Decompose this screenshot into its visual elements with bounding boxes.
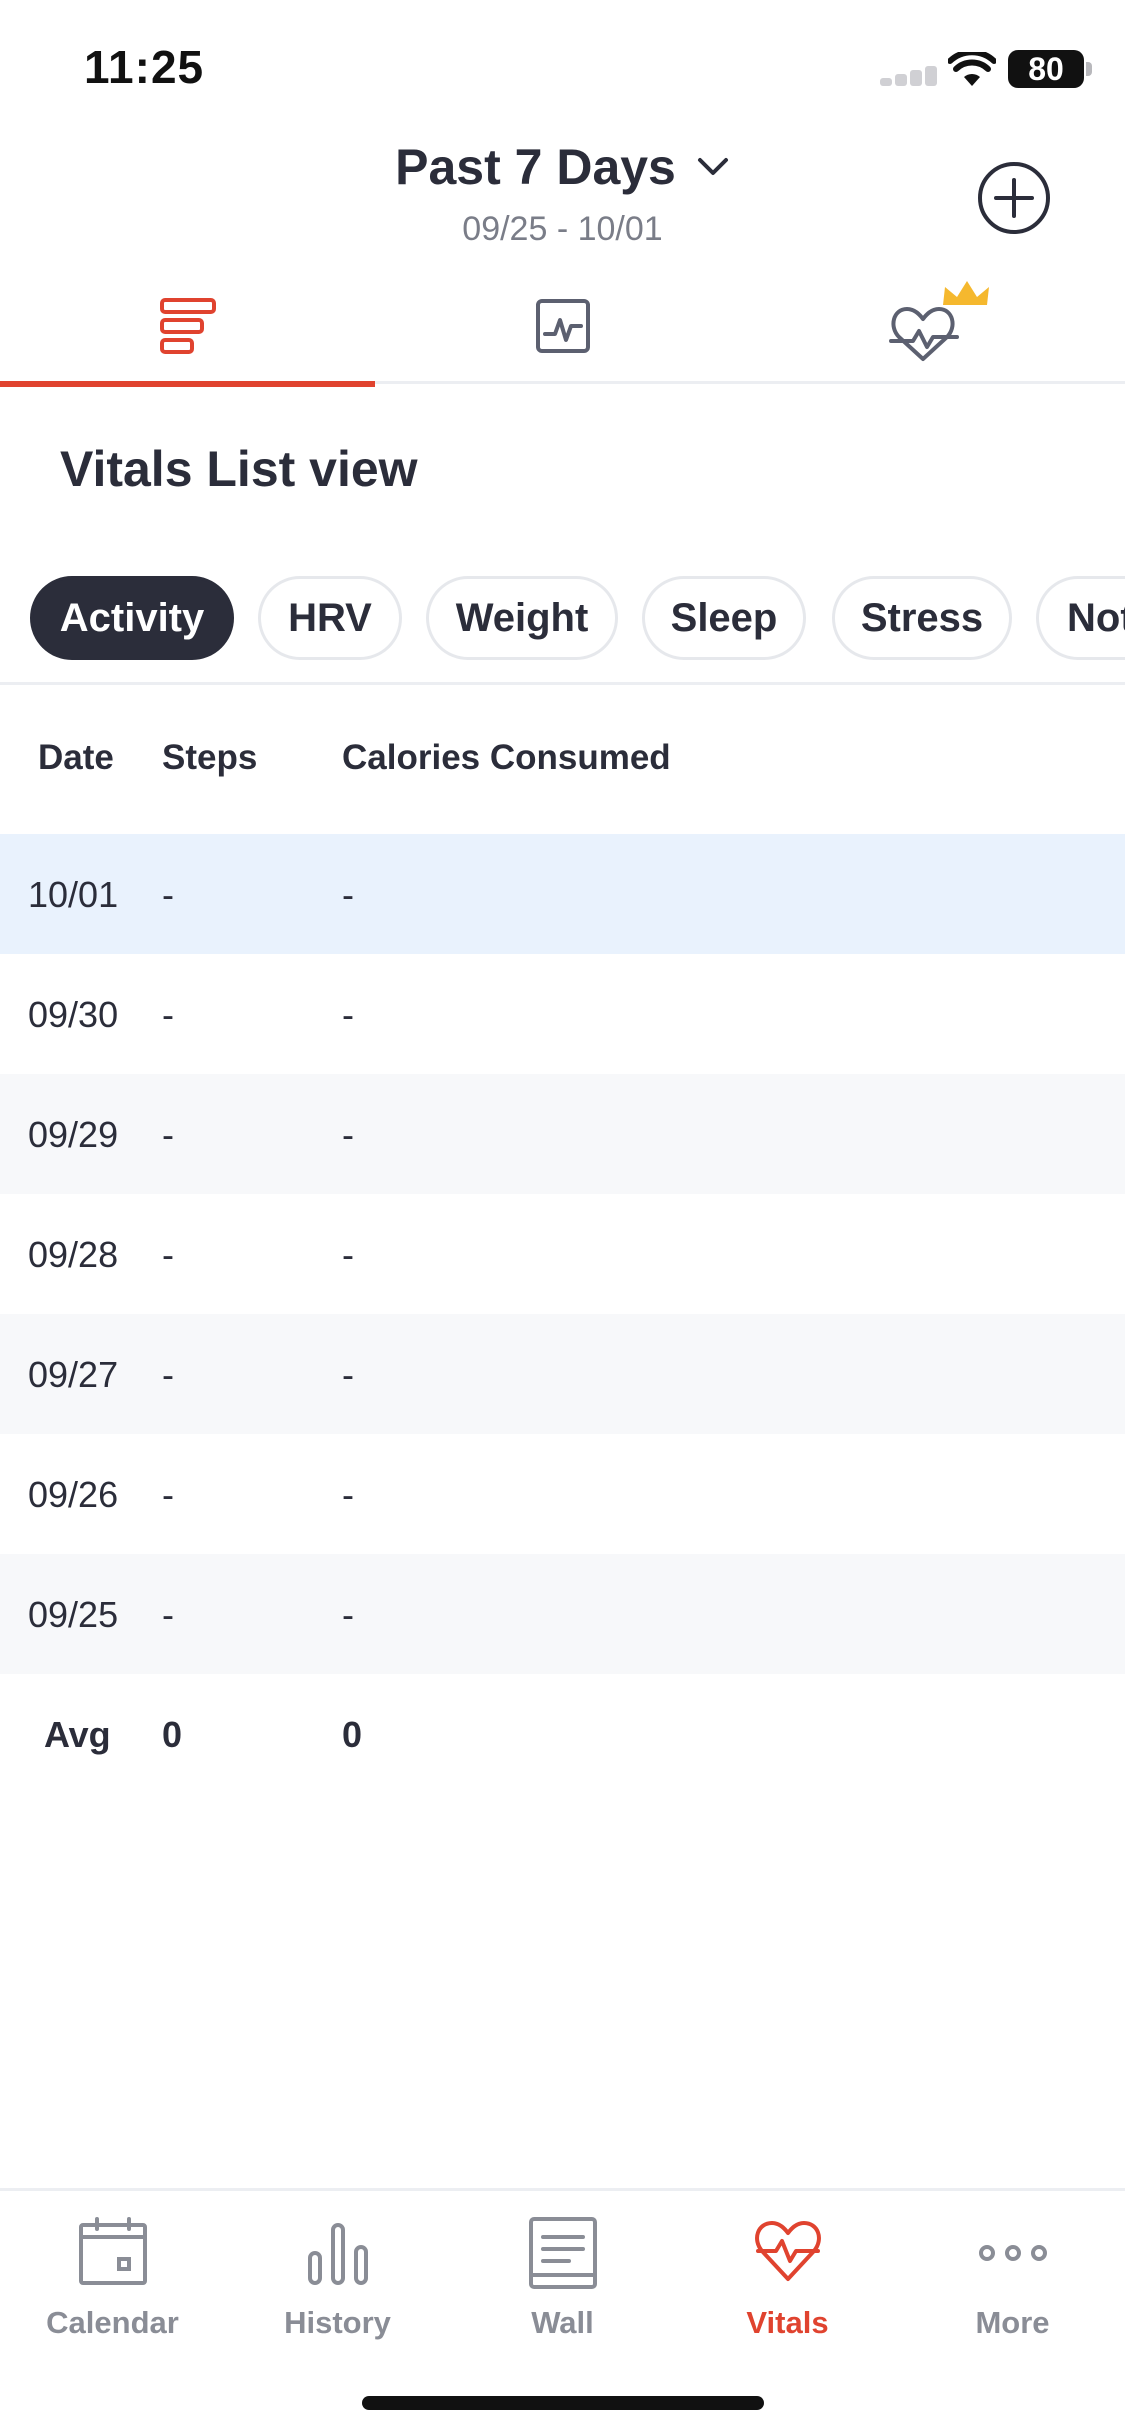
- avg-steps: 0: [162, 1714, 183, 1755]
- column-header-calories: Calories Consumed: [342, 738, 671, 777]
- row-steps: -: [162, 1474, 174, 1515]
- period-selector[interactable]: Past 7 Days: [0, 138, 1125, 196]
- row-date: 10/01: [28, 874, 119, 915]
- row-steps: -: [162, 874, 174, 915]
- tab-chart-view[interactable]: [375, 268, 750, 384]
- filter-chips: Activity HRV Weight Sleep Stress Not: [0, 576, 1125, 662]
- table-row[interactable]: 09/28 - -: [0, 1194, 1125, 1314]
- table-row[interactable]: 09/25 - -: [0, 1554, 1125, 1674]
- row-steps: -: [162, 994, 174, 1035]
- row-date: 09/29: [28, 1114, 119, 1155]
- home-indicator: [362, 2396, 764, 2410]
- nav-label-more: More: [975, 2305, 1050, 2340]
- chart-view-icon: [535, 299, 590, 353]
- row-date: 09/30: [28, 994, 119, 1035]
- row-calories: -: [342, 994, 354, 1035]
- chip-notes[interactable]: Not: [1036, 576, 1125, 660]
- row-date: 09/26: [28, 1474, 119, 1515]
- nav-more[interactable]: More: [900, 2213, 1125, 2353]
- divider: [0, 682, 1125, 685]
- view-tabs: [0, 268, 1125, 387]
- wall-icon: [528, 2217, 597, 2289]
- row-calories: -: [342, 1594, 354, 1635]
- row-steps: -: [162, 1114, 174, 1155]
- row-calories: -: [342, 874, 354, 915]
- row-steps: -: [162, 1354, 174, 1395]
- status-time: 11:25: [84, 41, 205, 93]
- row-date: 09/28: [28, 1234, 119, 1275]
- chip-hrv[interactable]: HRV: [258, 576, 402, 660]
- average-row: Avg 0 0: [0, 1674, 1125, 1794]
- table-row[interactable]: 09/27 - -: [0, 1314, 1125, 1434]
- row-date: 09/25: [28, 1594, 119, 1635]
- row-calories: -: [342, 1234, 354, 1275]
- row-date: 09/27: [28, 1354, 119, 1395]
- tab-list-view[interactable]: [0, 268, 375, 387]
- nav-label-history: History: [284, 2305, 391, 2340]
- column-header-date: Date: [38, 738, 114, 777]
- cellular-signal-icon: [880, 66, 937, 86]
- nav-history[interactable]: History: [225, 2213, 450, 2353]
- table-row[interactable]: 09/29 - -: [0, 1074, 1125, 1194]
- table-row[interactable]: 09/30 - -: [0, 954, 1125, 1074]
- bar-chart-icon: [307, 2223, 368, 2285]
- row-calories: -: [342, 1474, 354, 1515]
- column-header-steps: Steps: [162, 738, 258, 777]
- nav-label-wall: Wall: [531, 2305, 594, 2340]
- nav-vitals[interactable]: Vitals: [675, 2213, 900, 2353]
- avg-label: Avg: [44, 1714, 111, 1755]
- chip-stress[interactable]: Stress: [832, 576, 1012, 660]
- period-title: Past 7 Days: [395, 139, 676, 195]
- table-row[interactable]: 09/26 - -: [0, 1434, 1125, 1554]
- add-button[interactable]: [976, 160, 1052, 236]
- nav-label-calendar: Calendar: [46, 2305, 179, 2340]
- table-row[interactable]: 10/01 - -: [0, 834, 1125, 954]
- chip-sleep[interactable]: Sleep: [642, 576, 806, 660]
- list-view-icon: [159, 298, 216, 354]
- row-calories: -: [342, 1354, 354, 1395]
- table-header: Date Steps Calories Consumed: [0, 718, 1125, 798]
- row-calories: -: [342, 1114, 354, 1155]
- chip-weight[interactable]: Weight: [426, 576, 618, 660]
- row-steps: -: [162, 1234, 174, 1275]
- chevron-down-icon: [697, 158, 728, 175]
- avg-calories: 0: [342, 1714, 363, 1755]
- more-dots-icon: [978, 2245, 1047, 2261]
- nav-label-vitals: Vitals: [746, 2305, 829, 2340]
- nav-wall[interactable]: Wall: [450, 2213, 675, 2353]
- date-range: 09/25 - 10/01: [462, 210, 663, 248]
- battery-indicator: 80: [1008, 50, 1084, 88]
- chip-activity[interactable]: Activity: [30, 576, 234, 660]
- status-bar: 11:25 80: [0, 0, 1125, 130]
- calendar-icon: [78, 2217, 147, 2285]
- wifi-icon: [948, 52, 996, 86]
- section-title: Vitals List view: [60, 441, 418, 497]
- premium-heart-icon: [888, 281, 989, 361]
- heart-pulse-icon: [754, 2221, 821, 2281]
- tab-premium-vitals[interactable]: [750, 268, 1125, 384]
- nav-calendar[interactable]: Calendar: [0, 2213, 225, 2353]
- row-steps: -: [162, 1594, 174, 1635]
- battery-tip: [1086, 62, 1092, 76]
